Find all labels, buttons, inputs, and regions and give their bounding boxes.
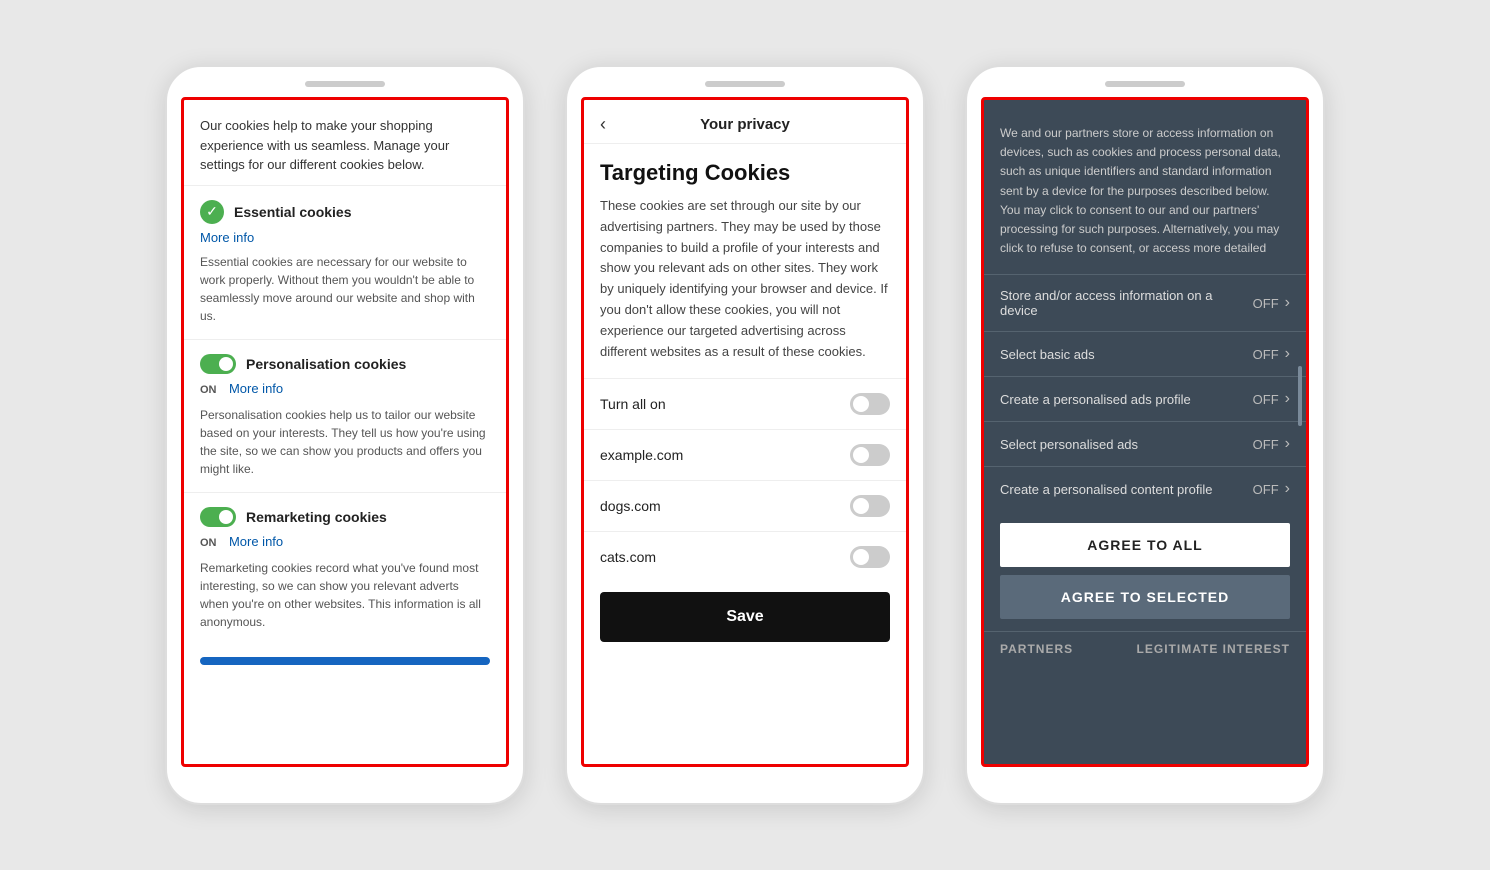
phone-3-footer: PARTNERS LEGITIMATE INTEREST [984,631,1306,666]
personalised-ads-profile-chevron-icon[interactable]: › [1285,390,1290,408]
select-basic-ads-row: Select basic ads OFF › [984,331,1306,376]
personalisation-more-info[interactable]: More info [229,381,283,396]
phone-2-device: ‹ Your privacy Targeting Cookies These c… [565,65,925,805]
personalisation-cookies-section: Personalisation cookies ON More info Per… [184,339,506,492]
dogs-com-row: dogs.com [584,480,906,531]
store-access-chevron-icon[interactable]: › [1285,294,1290,312]
phone-1-progress-bar [200,657,490,665]
select-basic-ads-value: OFF [1253,347,1279,362]
personalised-ads-profile-label: Create a personalised ads profile [1000,392,1253,407]
store-access-value: OFF [1253,296,1279,311]
personalisation-on-label: ON [200,384,217,396]
turn-all-on-toggle[interactable] [850,393,890,415]
cats-com-label: cats.com [600,549,656,565]
example-com-label: example.com [600,447,683,463]
phone-2-notch [705,81,785,87]
phone-1: Our cookies help to make your shopping e… [165,65,525,805]
remarketing-on-label: ON [200,537,217,549]
cats-com-row: cats.com [584,531,906,582]
back-button[interactable]: ‹ [600,114,606,135]
phone-1-screen: Our cookies help to make your shopping e… [181,97,509,767]
personalisation-title: Personalisation cookies [246,356,406,372]
remarketing-cookies-section: Remarketing cookies ON More info Remarke… [184,492,506,645]
personalised-content-profile-label: Create a personalised content profile [1000,482,1253,497]
select-basic-ads-label: Select basic ads [1000,347,1253,362]
remarketing-toggle[interactable] [200,507,236,527]
personalised-content-profile-chevron-icon[interactable]: › [1285,480,1290,498]
select-personalised-ads-row: Select personalised ads OFF › [984,421,1306,466]
turn-all-on-label: Turn all on [600,396,666,412]
phone-3: We and our partners store or access info… [965,65,1325,805]
essential-more-info[interactable]: More info [200,230,490,245]
dogs-com-label: dogs.com [600,498,661,514]
remarketing-title: Remarketing cookies [246,509,387,525]
personalised-ads-profile-row: Create a personalised ads profile OFF › [984,376,1306,421]
legitimate-interest-label[interactable]: LEGITIMATE INTEREST [1137,642,1290,656]
phone-1-notch [305,81,385,87]
phone-3-notch [1105,81,1185,87]
essential-cookies-section: ✓ Essential cookies More info Essential … [184,185,506,339]
partners-label[interactable]: PARTNERS [1000,642,1073,656]
save-button[interactable]: Save [600,592,890,642]
remarketing-header: Remarketing cookies [200,507,490,527]
select-personalised-ads-label: Select personalised ads [1000,437,1253,452]
targeting-cookies-title: Targeting Cookies [584,144,906,196]
dogs-com-toggle[interactable] [850,495,890,517]
phone-2-screen: ‹ Your privacy Targeting Cookies These c… [581,97,909,767]
example-com-toggle[interactable] [850,444,890,466]
essential-title: Essential cookies [234,204,352,220]
store-access-label: Store and/or access information on a dev… [1000,288,1253,318]
store-access-row: Store and/or access information on a dev… [984,274,1306,331]
phone-2-header: ‹ Your privacy [584,100,906,144]
targeting-cookies-desc: These cookies are set through our site b… [584,196,906,378]
essential-header: ✓ Essential cookies [200,200,490,224]
personalised-content-profile-row: Create a personalised content profile OF… [984,466,1306,511]
phone-3-intro: We and our partners store or access info… [984,100,1306,274]
agree-to-all-button[interactable]: AGREE TO ALL [1000,523,1290,567]
essential-checkmark-icon: ✓ [200,200,224,224]
select-basic-ads-chevron-icon[interactable]: › [1285,345,1290,363]
scrollbar[interactable] [1298,366,1302,426]
select-personalised-ads-chevron-icon[interactable]: › [1285,435,1290,453]
remarketing-desc: Remarketing cookies record what you've f… [200,559,490,631]
essential-desc: Essential cookies are necessary for our … [200,253,490,325]
phone-3-screen: We and our partners store or access info… [981,97,1309,767]
personalisation-toggle[interactable] [200,354,236,374]
remarketing-more-info[interactable]: More info [229,534,283,549]
agree-to-selected-button[interactable]: AGREE TO SELECTED [1000,575,1290,619]
turn-all-on-row: Turn all on [584,378,906,429]
personalised-ads-profile-value: OFF [1253,392,1279,407]
cats-com-toggle[interactable] [850,546,890,568]
personalisation-desc: Personalisation cookies help us to tailo… [200,406,490,478]
phone-3-device: We and our partners store or access info… [965,65,1325,805]
select-personalised-ads-value: OFF [1253,437,1279,452]
phone-2-header-title: Your privacy [700,116,790,133]
personalised-content-profile-value: OFF [1253,482,1279,497]
phone-1-device: Our cookies help to make your shopping e… [165,65,525,805]
phone-2: ‹ Your privacy Targeting Cookies These c… [565,65,925,805]
example-com-row: example.com [584,429,906,480]
personalisation-header: Personalisation cookies [200,354,490,374]
cookie-intro-text: Our cookies help to make your shopping e… [184,100,506,185]
